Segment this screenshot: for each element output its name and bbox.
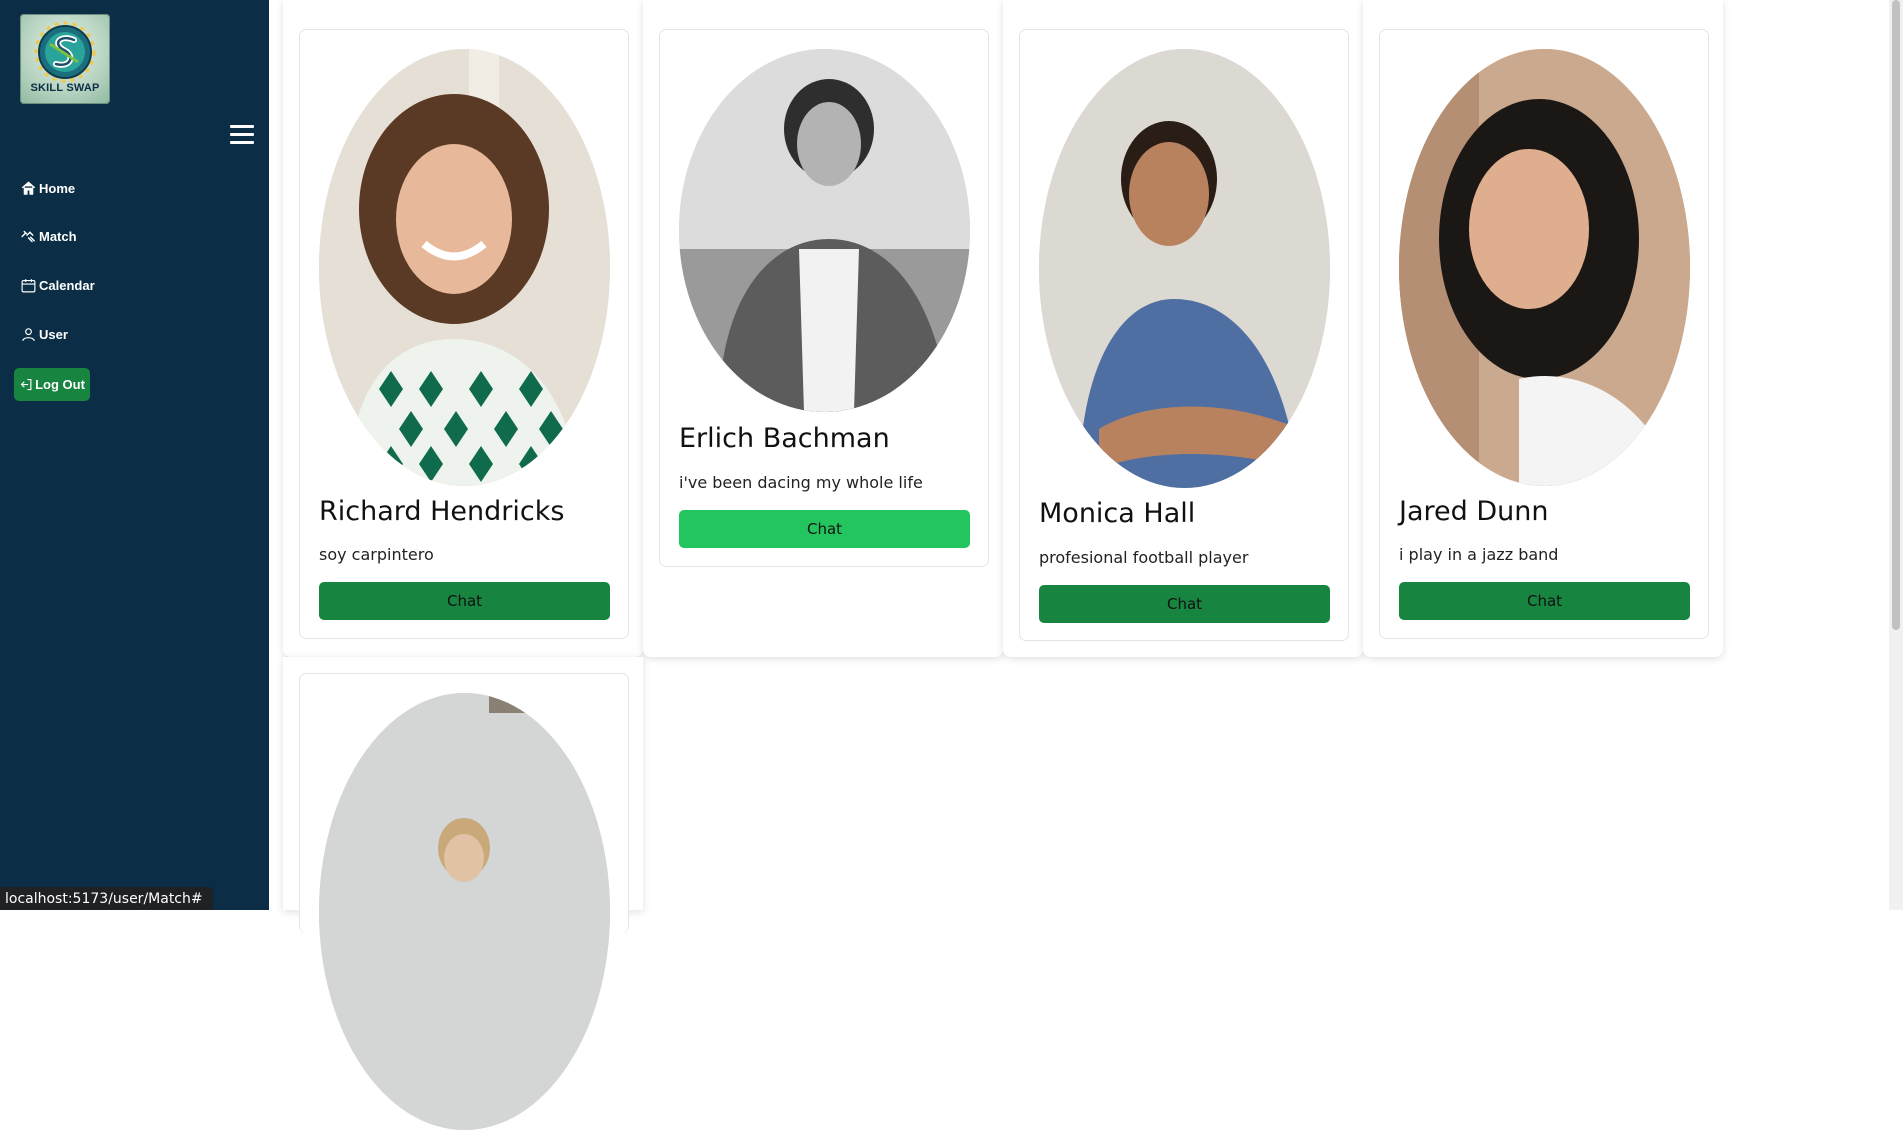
sidebar-item-user[interactable]: User: [20, 326, 68, 343]
logout-icon: [20, 378, 32, 391]
person-photo-icon: [1399, 49, 1690, 486]
profile-description: soy carpintero: [319, 545, 434, 564]
person-photo-icon: [319, 693, 610, 1130]
home-icon: [21, 181, 36, 195]
profile-card: Richard Hendricks soy carpintero Chat: [299, 29, 629, 639]
profile-description: i've been dacing my whole life: [679, 473, 923, 492]
sidebar-item-label: Home: [39, 181, 76, 196]
user-icon: [22, 328, 35, 342]
profile-card: Jared Dunn i play in a jazz band Chat: [1379, 29, 1709, 639]
chat-button[interactable]: Chat: [679, 510, 970, 548]
profile-photo: [1399, 49, 1690, 486]
match-icon: [21, 230, 35, 243]
calendar-icon: [21, 279, 36, 293]
sidebar-item-label: Match: [39, 229, 77, 244]
logout-label: Log Out: [35, 377, 85, 392]
scrollbar-thumb[interactable]: [1892, 0, 1900, 630]
profile-photo: [319, 693, 610, 1130]
sidebar-item-label: Calendar: [39, 278, 95, 293]
profile-name: Erlich Bachman: [679, 423, 890, 454]
person-photo-icon: [1039, 49, 1330, 488]
profile-name: Monica Hall: [1039, 498, 1196, 529]
skill-swap-logo[interactable]: SKILL SWAP: [20, 14, 110, 104]
logout-button[interactable]: Log Out: [14, 368, 90, 401]
sidebar-item-match[interactable]: Match: [20, 228, 77, 245]
browser-status-url: localhost:5173/user/Match#: [0, 887, 213, 910]
profile-description: profesional football player: [1039, 548, 1249, 567]
chat-button[interactable]: Chat: [319, 582, 610, 620]
profile-photo: [319, 49, 610, 486]
profile-photo: [1039, 49, 1330, 488]
profile-card: [299, 673, 629, 1130]
page-scrollbar[interactable]: [1889, 0, 1903, 910]
chat-button[interactable]: Chat: [1039, 585, 1330, 623]
profile-card: Monica Hall profesional football player …: [1019, 29, 1349, 641]
profile-photo: [679, 49, 970, 412]
sidebar-item-calendar[interactable]: Calendar: [20, 277, 95, 294]
profile-description: i play in a jazz band: [1399, 545, 1559, 564]
profile-name: Richard Hendricks: [319, 496, 565, 527]
sidebar-item-home[interactable]: Home: [20, 180, 75, 197]
chat-button[interactable]: Chat: [1399, 582, 1690, 620]
person-photo-icon: [319, 49, 610, 486]
menu-toggle-icon[interactable]: [230, 125, 254, 145]
person-photo-icon: [679, 49, 970, 412]
profile-name: Jared Dunn: [1399, 496, 1549, 527]
logo-text: SKILL SWAP: [30, 82, 100, 94]
profile-card: Erlich Bachman i've been dacing my whole…: [659, 29, 989, 567]
sidebar-item-label: User: [39, 327, 68, 342]
sidebar: SKILL SWAP Home Match Calendar User Log …: [0, 0, 269, 910]
